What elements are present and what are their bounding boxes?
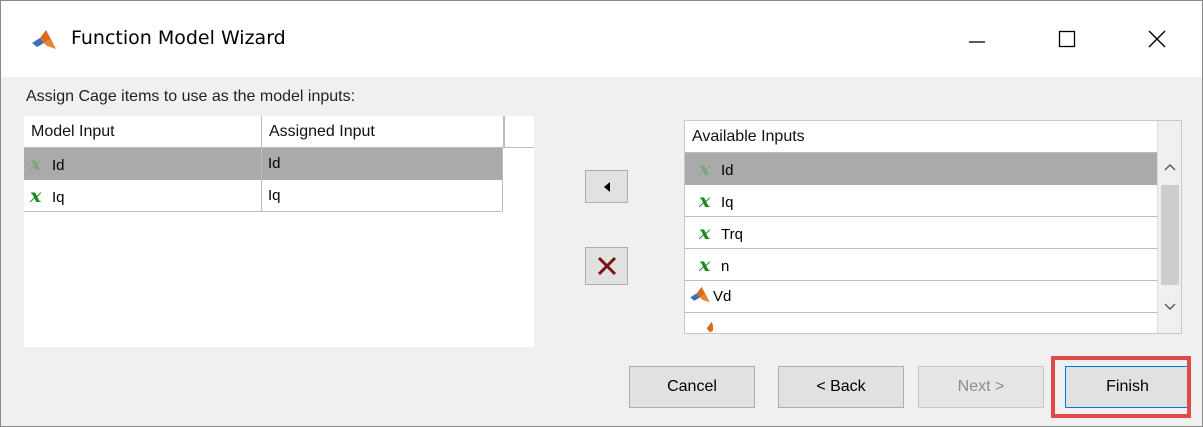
back-button[interactable]: < Back <box>778 366 904 408</box>
assigned-input-cell: Id <box>268 155 281 172</box>
triangle-left-icon <box>603 181 610 192</box>
matlab-icon <box>699 321 713 333</box>
list-item[interactable]: xn <box>685 249 1157 281</box>
function-model-wizard-window: Function Model Wizard Assign Cage items … <box>0 0 1203 427</box>
close-icon <box>1148 30 1166 48</box>
list-item-label: Iq <box>721 194 734 211</box>
list-item-cell: x Id <box>685 153 1157 185</box>
chevron-up-icon <box>1164 164 1176 171</box>
model-input-label: Id <box>52 157 65 174</box>
minimize-button[interactable] <box>937 1 1017 77</box>
cancel-button[interactable]: Cancel <box>629 366 755 408</box>
instruction-label: Assign Cage items to use as the model in… <box>26 88 356 105</box>
minimize-icon <box>969 41 985 43</box>
list-item-label: Vd <box>713 288 732 305</box>
list-item-cell: Vd <box>685 281 1157 313</box>
scroll-up-button[interactable] <box>1158 157 1182 177</box>
remove-input-button[interactable] <box>585 247 628 285</box>
table-row[interactable]: x Iq Iq <box>24 180 502 212</box>
model-input-cell: x Iq <box>24 180 262 212</box>
column-header-model-input[interactable]: Model Input <box>24 116 262 148</box>
title-bar[interactable]: Function Model Wizard <box>1 1 1202 77</box>
finish-highlight-box <box>1051 356 1191 418</box>
maximize-icon <box>1058 30 1076 48</box>
scroll-down-button[interactable] <box>1158 297 1182 317</box>
variable-x-icon: x <box>30 153 42 175</box>
window-title: Function Model Wizard <box>71 27 286 49</box>
column-header-filler <box>504 116 534 148</box>
list-item-cell: x Iq <box>685 185 1157 217</box>
matlab-icon <box>690 286 710 303</box>
wizard-content: Assign Cage items to use as the model in… <box>1 77 1202 426</box>
scrollbar-thumb[interactable] <box>1161 185 1179 285</box>
list-item-label: n <box>721 258 730 275</box>
next-button[interactable]: Next > <box>918 366 1044 408</box>
assign-input-button[interactable] <box>585 170 628 203</box>
list-item-cell: xn <box>685 249 1157 281</box>
variable-x-icon: x <box>699 254 711 276</box>
list-item-label: Id <box>721 162 734 179</box>
list-item-cell: x Trq <box>685 217 1157 249</box>
column-header-assigned-input[interactable]: Assigned Input <box>262 116 504 148</box>
list-item-label: Trq <box>721 226 743 243</box>
variable-x-icon: x <box>30 185 42 207</box>
variable-x-icon: x <box>699 190 711 212</box>
list-item[interactable]: x Id <box>685 153 1157 185</box>
red-x-icon <box>597 256 616 276</box>
table-row[interactable]: x Id Id <box>24 148 502 180</box>
variable-x-icon: x <box>699 222 711 244</box>
list-scrollbar[interactable] <box>1157 121 1181 333</box>
matlab-icon <box>32 30 56 49</box>
close-button[interactable] <box>1117 1 1197 77</box>
chevron-down-icon <box>1164 303 1176 310</box>
model-inputs-table[interactable]: Model Input Assigned Input x Id Id x Iq Iq <box>24 116 534 347</box>
available-inputs-list[interactable]: Available Inputs x Id x Iq x Trq xn Vd <box>684 120 1182 334</box>
variable-x-icon: x <box>699 158 711 180</box>
column-header-available-inputs[interactable]: Available Inputs <box>685 121 1157 153</box>
model-input-cell: x Id <box>24 148 262 180</box>
model-input-label: Iq <box>52 189 65 206</box>
list-item[interactable]: x Trq <box>685 217 1157 249</box>
list-item[interactable]: Vd <box>685 281 1157 313</box>
assigned-input-cell: Iq <box>268 187 281 204</box>
list-item[interactable]: x Iq <box>685 185 1157 217</box>
maximize-button[interactable] <box>1027 1 1107 77</box>
